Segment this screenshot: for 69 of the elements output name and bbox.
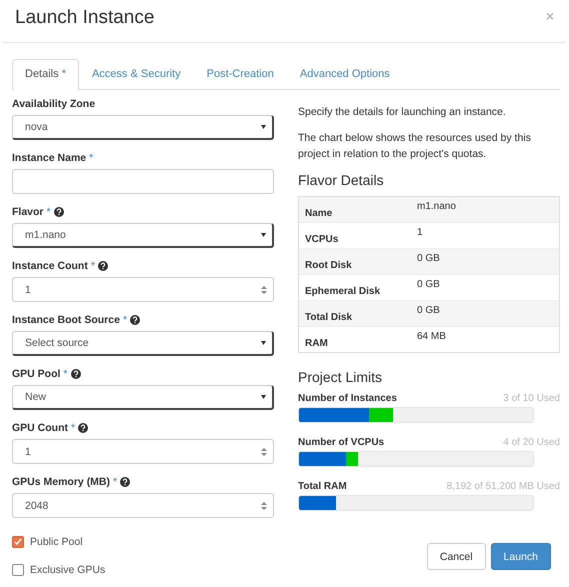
- spinner-icon[interactable]: [261, 500, 267, 510]
- field-label: GPU Pool: [12, 368, 60, 380]
- cancel-button[interactable]: Cancel: [426, 543, 486, 570]
- field-label: Availability Zone: [12, 98, 96, 110]
- row-value: 0 GB: [417, 278, 441, 290]
- help-icon[interactable]: [98, 261, 108, 271]
- select-field[interactable]: nova: [12, 115, 274, 140]
- caret-icon: [261, 233, 266, 237]
- number-field[interactable]: 1: [12, 439, 274, 464]
- launch-button[interactable]: Launch: [490, 543, 551, 570]
- required-marker: *: [122, 314, 128, 326]
- required-marker: *: [71, 422, 76, 434]
- limit-label: Total RAM: [298, 481, 347, 492]
- window-title: Launch Instance: [15, 6, 154, 30]
- caret-icon: [261, 341, 266, 345]
- row-label: Name: [305, 208, 334, 221]
- usage-reading: 8,192 of 51,200 MB Used: [446, 481, 560, 492]
- checkbox-label: Exclusive GPUs: [30, 564, 106, 576]
- input-field[interactable]: [12, 169, 274, 194]
- required-marker: *: [46, 206, 51, 218]
- info-text: Specify the details for launching an instance.: [298, 105, 507, 120]
- tab[interactable]: Access & Security: [78, 59, 194, 89]
- required-marker: *: [113, 476, 118, 488]
- usage-reading: 3 of 10 Used: [503, 393, 560, 404]
- tab[interactable]: Advanced Options: [286, 59, 403, 89]
- field-label: Instance Boot Source: [12, 314, 120, 326]
- row-label: VCPUs: [305, 234, 340, 247]
- field-label: GPU Count: [12, 422, 68, 434]
- spinner-icon[interactable]: [261, 446, 267, 456]
- select-field[interactable]: m1.nano: [12, 223, 274, 248]
- caret-icon: [261, 395, 266, 399]
- number-field[interactable]: 1: [12, 277, 274, 302]
- required-marker: *: [90, 260, 95, 272]
- help-icon[interactable]: [120, 477, 130, 487]
- row-value: m1.nano: [417, 200, 457, 212]
- row-value: 0 GB: [417, 252, 441, 264]
- number-field[interactable]: 2048: [12, 493, 274, 518]
- checkbox-label: Public Pool: [30, 536, 83, 548]
- field-label: Instance Count: [12, 260, 88, 272]
- field-label: Flavor: [12, 206, 44, 218]
- tab[interactable]: Post-Creation: [194, 59, 287, 89]
- required-marker: *: [63, 368, 68, 380]
- required-marker: *: [89, 152, 94, 164]
- checkbox[interactable]: [12, 564, 24, 576]
- limit-label: Number of VCPUs: [298, 437, 384, 448]
- row-value: 0 GB: [417, 304, 441, 316]
- row-label: RAM: [305, 338, 329, 351]
- usage-reading: 4 of 20 Used: [503, 437, 560, 448]
- select-field[interactable]: New: [12, 385, 274, 410]
- caret-icon: [261, 125, 266, 129]
- help-icon[interactable]: [70, 369, 81, 379]
- checkbox[interactable]: [12, 536, 24, 548]
- spinner-icon[interactable]: [261, 284, 267, 294]
- limit-label: Number of Instances: [298, 393, 397, 404]
- row-label: Root Disk: [305, 260, 353, 273]
- row-value: 1: [417, 226, 424, 238]
- section-heading: Flavor Details: [298, 172, 385, 188]
- help-icon[interactable]: [54, 207, 64, 217]
- row-label: Ephemeral Disk: [305, 286, 382, 299]
- row-label: Total Disk: [305, 312, 354, 325]
- select-field[interactable]: Select source: [12, 331, 274, 356]
- help-icon[interactable]: [130, 315, 140, 325]
- help-icon[interactable]: [78, 423, 88, 433]
- section-heading: Project Limits: [298, 369, 384, 385]
- field-label: GPUs Memory (MB): [12, 476, 110, 488]
- tab[interactable]: Details *: [12, 59, 79, 91]
- field-label: Instance Name: [12, 152, 86, 164]
- info-text: The chart below shows the resources used by this project in relation to the project's quotas.: [298, 131, 532, 162]
- row-value: 64 MB: [417, 330, 447, 342]
